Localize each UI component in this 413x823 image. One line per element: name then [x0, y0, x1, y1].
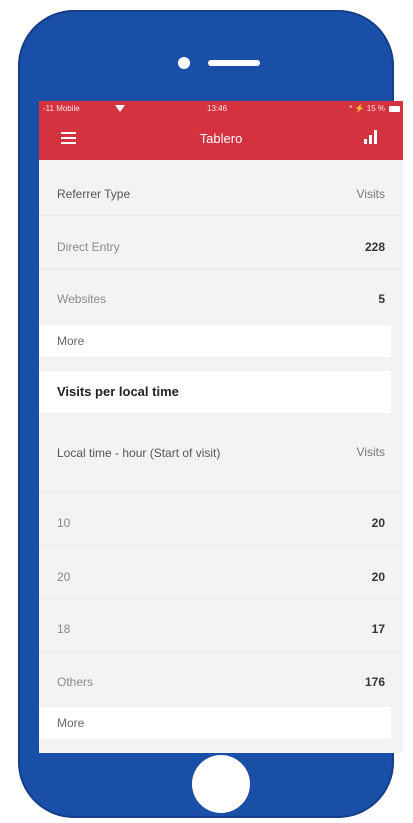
- referrer-more-link[interactable]: More: [39, 325, 391, 357]
- referrer-table-header: Referrer Type Visits: [39, 187, 403, 207]
- table-row[interactable]: 18 17: [39, 622, 403, 642]
- table-row[interactable]: Others 176: [39, 675, 403, 695]
- earpiece-speaker: [208, 60, 260, 66]
- local-time-section-title: Visits per local time: [39, 371, 391, 413]
- home-button[interactable]: [192, 755, 250, 813]
- table-row[interactable]: 10 20: [39, 516, 403, 536]
- app-screen: -11 Mobile 13:46 * ⚡ 15 % Tablero Referr…: [39, 101, 403, 753]
- row-value: 17: [371, 622, 385, 636]
- row-value: 5: [378, 292, 385, 306]
- divider: [39, 492, 403, 493]
- carrier-label: -11 Mobile: [43, 104, 80, 113]
- row-label: 10: [57, 516, 71, 530]
- table-row[interactable]: Websites 5: [39, 292, 403, 312]
- divider: [39, 651, 403, 652]
- referrer-visits-header: Visits: [356, 187, 385, 201]
- app-bar: Tablero: [39, 118, 403, 160]
- row-value: 20: [371, 516, 385, 530]
- table-row[interactable]: Direct Entry 228: [39, 240, 403, 260]
- row-value: 176: [364, 675, 385, 689]
- battery-label: * ⚡ 15 %: [349, 104, 385, 113]
- row-label: Websites: [57, 292, 107, 306]
- row-value: 20: [371, 570, 385, 584]
- local-time-header: Local time - hour (Start of visit): [57, 446, 221, 460]
- local-time-visits-header: Visits: [356, 445, 385, 459]
- row-label: 18: [57, 622, 71, 636]
- row-value: 228: [364, 240, 385, 254]
- divider: [39, 545, 403, 546]
- row-label: Others: [57, 675, 94, 689]
- divider: [39, 215, 403, 216]
- battery-icon: [389, 106, 400, 112]
- bar-chart-icon[interactable]: [363, 130, 377, 144]
- row-label: Direct Entry: [57, 240, 120, 254]
- status-bar: -11 Mobile 13:46 * ⚡ 15 %: [39, 101, 403, 118]
- local-time-more-link[interactable]: More: [39, 707, 391, 739]
- divider: [39, 269, 403, 270]
- front-camera: [178, 57, 190, 69]
- app-title: Tablero: [199, 131, 243, 146]
- divider: [39, 598, 403, 599]
- status-time: 13:46: [207, 104, 228, 113]
- table-row[interactable]: 20 20: [39, 570, 403, 590]
- row-label: 20: [57, 570, 71, 584]
- local-time-table-header: Local time - hour (Start of visit) Visit…: [39, 445, 403, 479]
- referrer-type-header: Referrer Type: [57, 187, 131, 201]
- wifi-icon: [115, 105, 125, 112]
